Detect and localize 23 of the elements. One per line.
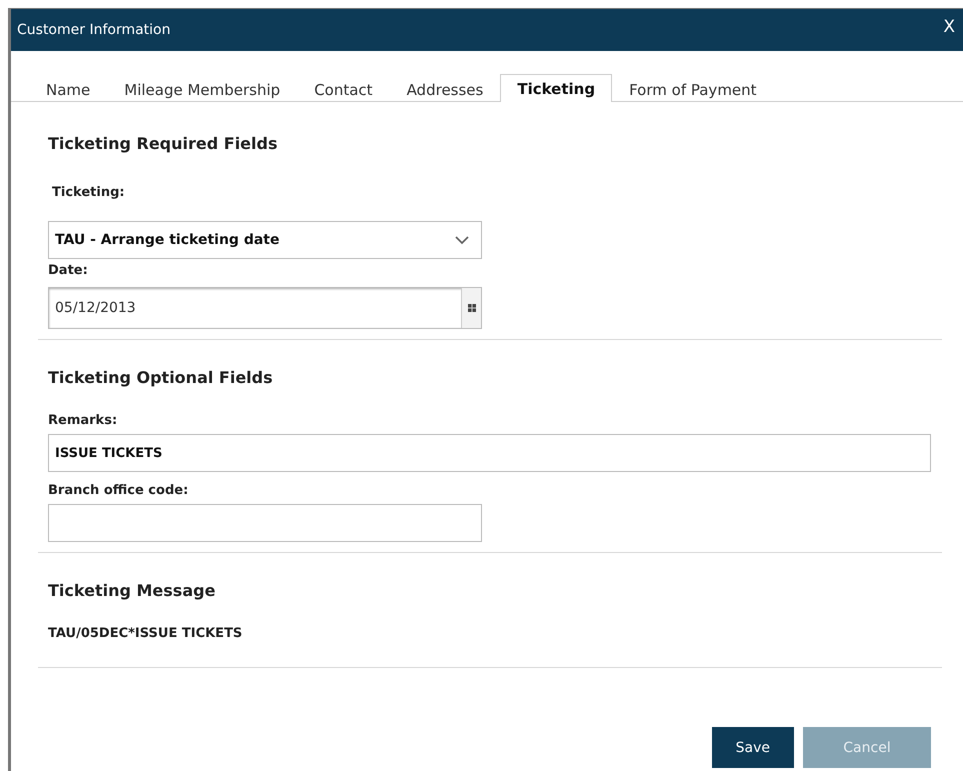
tab[interactable]: Mileage Membership [107,77,298,102]
section-heading: Ticketing Message [48,581,216,600]
tab[interactable]: Addresses [390,77,500,102]
save-button[interactable]: Save [712,727,794,768]
section-heading: Ticketing Required Fields [48,134,278,153]
field-label: Date: [48,263,89,279]
section-heading: Ticketing Optional Fields [48,368,274,387]
tab[interactable]: Ticketing [500,74,612,102]
window-title: Customer Information [17,22,170,38]
calendar-icon [468,304,476,312]
ticketing-dropdown[interactable]: TAU - Arrange ticketing date [48,221,482,259]
field-label: Ticketing: [52,185,126,201]
chevron-down-icon [455,236,469,244]
ticketing-message: TAU/05DEC*ISSUE TICKETS [48,626,244,642]
close-button[interactable]: X [939,17,959,37]
tab[interactable]: Name [29,77,108,102]
tab[interactable]: Form of Payment [612,77,774,102]
remarks-field[interactable]: ISSUE TICKETS [48,434,931,472]
date-field[interactable]: 05/12/2013 [48,287,482,329]
field-label: Branch office code: [48,483,190,499]
tab[interactable]: Contact [297,77,390,102]
field-label: Remarks: [48,413,118,429]
text-field[interactable] [48,504,482,542]
